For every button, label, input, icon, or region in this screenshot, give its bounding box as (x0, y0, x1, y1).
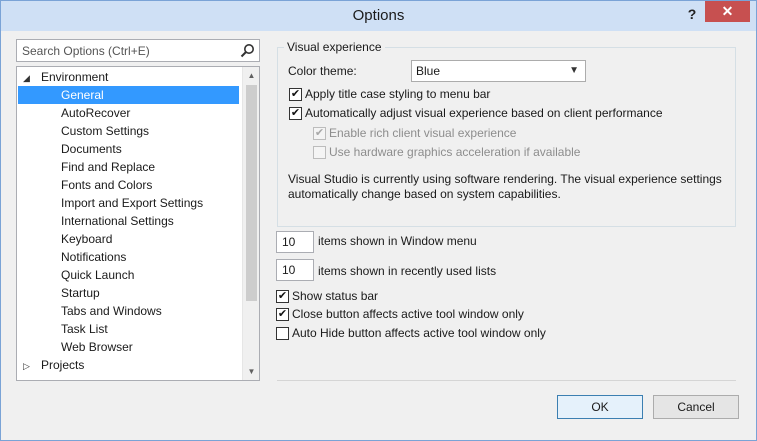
show-status-bar-label: Show status bar (292, 289, 379, 303)
tree-item-startup[interactable]: Startup (18, 284, 239, 302)
tree-item-web-browser[interactable]: Web Browser (18, 338, 239, 356)
tree-item-quick-launch[interactable]: Quick Launch (18, 266, 239, 284)
apply-title-case-label: Apply title case styling to menu bar (305, 87, 491, 101)
hw-accel-checkbox[interactable] (313, 146, 326, 159)
options-dialog: Options ? ✕ ◢Environment General AutoRec… (0, 0, 757, 441)
tree-item-label: Projects (41, 358, 85, 372)
rich-client-checkbox[interactable]: ✔ (313, 127, 326, 140)
tree-item-international[interactable]: International Settings (18, 212, 239, 230)
tree-scrollbar[interactable]: ▲ ▼ (242, 67, 259, 380)
tree-item-notifications[interactable]: Notifications (18, 248, 239, 266)
color-theme-select[interactable]: Blue ▼ (411, 60, 586, 82)
tree-item-task-list[interactable]: Task List (18, 320, 239, 338)
cancel-button[interactable]: Cancel (653, 395, 739, 419)
tree-item-tabs-and-windows[interactable]: Tabs and Windows (18, 302, 239, 320)
close-button-checkbox[interactable]: ✔ (276, 308, 289, 321)
visual-experience-legend: Visual experience (284, 40, 385, 54)
auto-hide-label: Auto Hide button affects active tool win… (292, 326, 546, 340)
info-text-line-2: automatically change based on system cap… (288, 187, 561, 201)
scroll-down-icon[interactable]: ▼ (243, 363, 259, 380)
window-menu-count-input[interactable]: 10 (276, 231, 314, 253)
tree-item-fonts-and-colors[interactable]: Fonts and Colors (18, 176, 239, 194)
close-button-label: Close button affects active tool window … (292, 307, 524, 321)
tree-item-label: Environment (41, 70, 109, 84)
collapsed-arrow-icon[interactable]: ▷ (23, 357, 41, 375)
rich-client-label: Enable rich client visual experience (329, 126, 517, 140)
auto-adjust-label: Automatically adjust visual experience b… (305, 106, 663, 120)
title-bar[interactable]: Options ? ✕ (1, 1, 756, 31)
search-input[interactable] (17, 40, 237, 61)
recent-lists-count-input[interactable]: 10 (276, 259, 314, 281)
tree-item-general[interactable]: General (18, 86, 239, 104)
window-menu-label: items shown in Window menu (318, 234, 477, 248)
show-status-bar-checkbox[interactable]: ✔ (276, 290, 289, 303)
apply-title-case-checkbox[interactable]: ✔ (289, 88, 302, 101)
tree-item-environment[interactable]: ◢ Environment (23, 68, 108, 86)
ok-button[interactable]: OK (557, 395, 643, 419)
search-box[interactable] (16, 39, 260, 62)
color-theme-label: Color theme: (288, 64, 357, 78)
content-divider (277, 380, 736, 381)
tree-item-keyboard[interactable]: Keyboard (18, 230, 239, 248)
auto-adjust-checkbox[interactable]: ✔ (289, 107, 302, 120)
close-button[interactable]: ✕ (705, 1, 750, 22)
tree-item-import-export[interactable]: Import and Export Settings (18, 194, 239, 212)
tree-item-projects[interactable]: ▷ Projects (23, 356, 84, 374)
info-text-line-1: Visual Studio is currently using softwar… (288, 172, 722, 186)
scrollbar-thumb[interactable] (246, 85, 257, 301)
scroll-up-icon[interactable]: ▲ (243, 67, 259, 84)
window-title: Options (352, 7, 405, 24)
expanded-arrow-icon[interactable]: ◢ (23, 69, 41, 87)
chevron-down-icon[interactable]: ▼ (569, 61, 579, 81)
options-tree[interactable]: ◢ Environment General AutoRecover Custom … (16, 66, 260, 381)
search-icon[interactable] (240, 43, 255, 58)
auto-hide-checkbox[interactable] (276, 327, 289, 340)
tree-item-autorecover[interactable]: AutoRecover (18, 104, 239, 122)
recent-lists-label: items shown in recently used lists (318, 264, 497, 278)
tree-item-find-and-replace[interactable]: Find and Replace (18, 158, 239, 176)
help-button[interactable]: ? (680, 4, 704, 24)
tree-item-custom-settings[interactable]: Custom Settings (18, 122, 239, 140)
tree-item-documents[interactable]: Documents (18, 140, 239, 158)
hw-accel-label: Use hardware graphics acceleration if av… (329, 145, 581, 159)
color-theme-value: Blue (416, 64, 441, 78)
